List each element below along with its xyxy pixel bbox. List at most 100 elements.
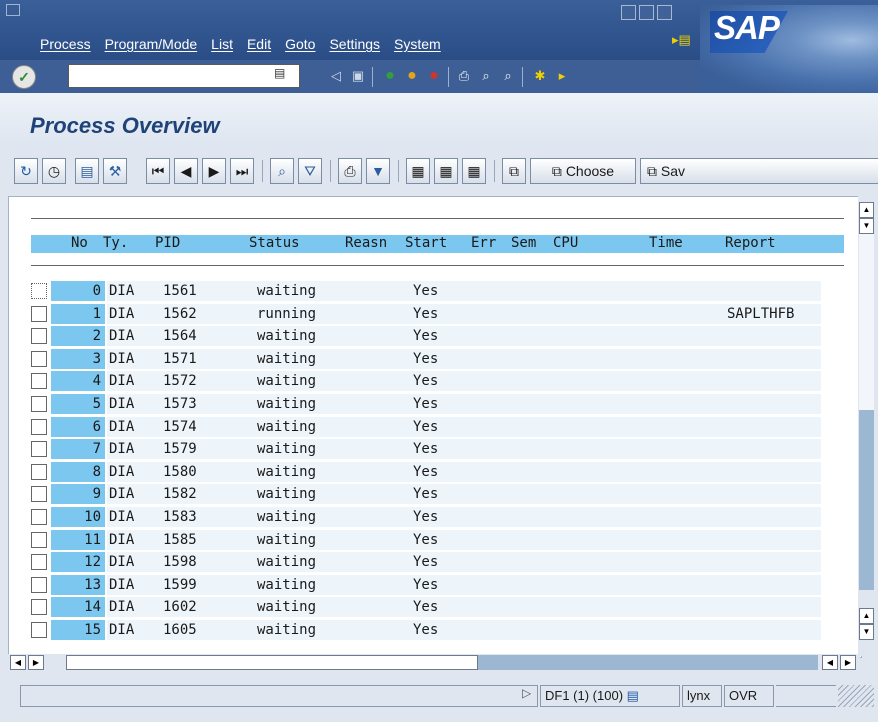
row-checkbox[interactable] [31,418,47,435]
next-page-button[interactable]: ▶ [202,158,226,184]
row-checkbox[interactable] [31,396,47,412]
row-checkbox[interactable] [31,599,47,616]
row-checkbox[interactable] [31,576,47,593]
first-page-button[interactable]: ⏮ [146,158,170,184]
shortcut-icon[interactable]: ▸ [552,66,572,86]
table-row[interactable]: 2 DIA 1564 waiting Yes [31,326,821,348]
vertical-scrollbar[interactable]: ▲ ▼ ▲ ▼ [858,196,876,656]
enter-icon[interactable]: ✓ [12,65,36,89]
scroll-track[interactable] [859,234,874,410]
select-all-button[interactable]: ▦ [406,158,430,184]
row-checkbox[interactable] [31,441,47,458]
save-button[interactable]: ⧉ Sav [640,158,878,184]
row-checkbox[interactable] [31,486,47,503]
back-triangle-icon[interactable]: ◁ [326,66,346,86]
row-checkbox[interactable] [31,328,47,345]
exit-icon[interactable]: ● [402,66,422,86]
table-row[interactable]: 4 DIA 1572 waiting Yes [31,371,821,393]
maximize-icon[interactable] [639,5,654,20]
table-row[interactable]: 9 DIA 1582 waiting Yes [31,484,821,506]
menu-goto[interactable]: Goto [285,36,315,52]
table-row[interactable]: 14 DIA 1602 waiting Yes [31,597,821,619]
table-row[interactable]: 5 DIA 1573 waiting Yes [31,394,821,416]
table-row[interactable]: 12 DIA 1598 waiting Yes [31,552,821,574]
table-row[interactable]: 1 DIA 1562 running Yes SAPLTHFB [31,303,821,326]
command-field[interactable] [68,64,300,88]
table-row[interactable]: 6 DIA 1574 waiting Yes [31,416,821,439]
row-checkbox[interactable] [31,305,47,322]
table-row[interactable]: 8 DIA 1580 waiting Yes [31,461,821,484]
find-icon[interactable]: ⌕ [476,66,496,86]
scroll-up-icon[interactable]: ▲ [859,202,874,218]
select-block-button[interactable]: ▦ [462,158,486,184]
row-checkbox[interactable] [31,373,47,390]
table-row[interactable]: 13 DIA 1599 waiting Yes [31,574,821,597]
layout-button[interactable]: ▼ [366,158,390,184]
minimize-icon[interactable] [621,5,636,20]
menu-edit[interactable]: Edit [247,36,271,52]
table-row[interactable]: 0 DIA 1561 waiting Yes [31,281,821,303]
detail-button[interactable]: ▤ [75,158,99,184]
insert-mode-field[interactable]: OVR [724,685,774,707]
choose-label: Choose [565,163,615,179]
filter-button[interactable]: ⛛ [298,158,322,184]
menu-settings[interactable]: Settings [329,36,380,52]
command-history-icon[interactable]: ▤ [274,66,285,80]
row-checkbox[interactable] [31,622,47,638]
create-session-icon[interactable]: ✱ [530,66,550,86]
table-row[interactable]: 10 DIA 1583 waiting Yes [31,507,821,529]
menu-system[interactable]: System [394,36,441,52]
row-checkbox[interactable] [31,283,47,299]
save-disk-icon[interactable]: ▣ [348,66,368,86]
scroll-thumb[interactable] [859,410,874,590]
layout-menu-icon[interactable]: ▸▤ [672,32,691,48]
copy-button[interactable]: ⧉ [502,158,526,184]
status-toggle-icon[interactable]: ▷ [522,686,531,700]
deselect-all-button[interactable]: ▦ [434,158,458,184]
table-row[interactable]: 15 DIA 1605 waiting Yes [31,620,821,642]
table-row[interactable]: 3 DIA 1571 waiting Yes [31,348,821,371]
scroll-far-left-icon[interactable]: ◀ [822,655,838,670]
find-list-button[interactable]: ⌕ [270,158,294,184]
menu-list[interactable]: List [211,36,233,52]
print-list-button[interactable]: ⎙ [338,158,362,184]
scroll-right-icon[interactable]: ▶ [28,655,44,670]
horizontal-scrollbar[interactable]: ◀ ▶ ◀ ▶ [8,654,860,672]
previous-page-button[interactable]: ◀ [174,158,198,184]
row-checkbox[interactable] [31,531,47,548]
table-row[interactable]: 11 DIA 1585 waiting Yes [31,529,821,552]
menu-process[interactable]: Process [40,36,91,52]
last-page-button[interactable]: ⏭ [230,158,254,184]
print-icon[interactable]: ⎙ [454,66,474,86]
row-checkbox[interactable] [31,350,47,367]
hscroll-track[interactable] [66,655,478,670]
clock-button[interactable]: ◷ [42,158,66,184]
system-info-field[interactable]: DF1 (1) (100) ▤ [540,685,680,707]
col-start: Start [405,235,448,251]
save-label: Sav [660,163,686,179]
row-checkbox[interactable] [31,509,47,525]
row-type: DIA [109,328,135,345]
scroll-down-icon[interactable]: ▼ [859,624,874,640]
table-row[interactable]: 7 DIA 1579 waiting Yes [31,439,821,461]
scroll-left-icon[interactable]: ◀ [10,655,26,670]
menu-program-mode[interactable]: Program/Mode [105,36,198,52]
scroll-page-down-icon[interactable]: ▼ [859,218,874,234]
cancel-icon[interactable]: ● [424,66,444,86]
scroll-far-right-icon[interactable]: ▶ [840,655,856,670]
hscroll-thumb[interactable] [478,655,818,670]
row-status: waiting [257,599,317,616]
find-next-icon[interactable]: ⌕ [498,66,518,86]
choose-button[interactable]: ⧉ Choose [530,158,636,184]
back-icon[interactable]: ● [380,66,400,86]
resize-grip-icon[interactable] [838,685,874,707]
close-icon[interactable] [657,5,672,20]
row-checkbox[interactable] [31,463,47,480]
status-message-field[interactable] [20,685,538,707]
debug-button[interactable]: ⚒ [103,158,127,184]
refresh-button[interactable]: ↻ [14,158,38,184]
system-dropdown-icon[interactable]: ▤ [627,688,639,703]
scroll-page-up-icon[interactable]: ▲ [859,608,874,624]
system-menu-icon[interactable] [6,4,20,16]
row-checkbox[interactable] [31,554,47,571]
